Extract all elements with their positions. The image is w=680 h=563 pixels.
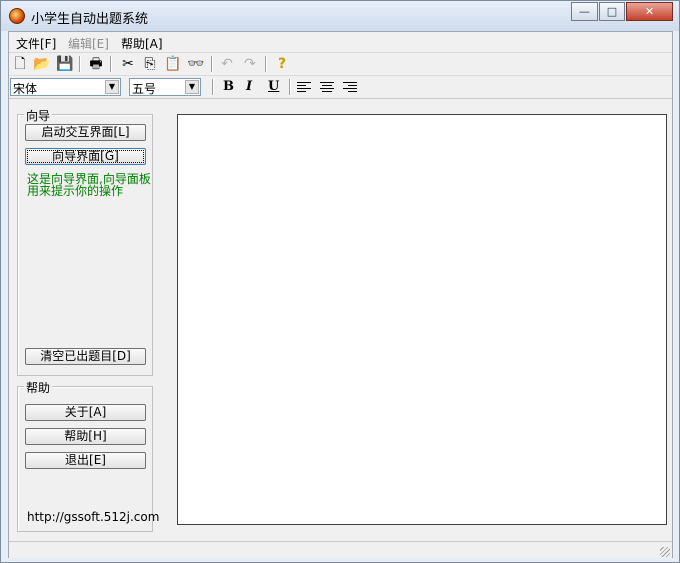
- chevron-down-icon[interactable]: ▼: [185, 80, 199, 94]
- toolbar-separator: [265, 56, 267, 72]
- font-combo[interactable]: 宋体 ▼: [10, 78, 121, 96]
- size-combo-value: 五号: [132, 82, 157, 96]
- standard-toolbar: 🗋 📂 💾 🖶 ✂ ⎘ 📋 👓 ↶ ↷ ?: [9, 53, 672, 76]
- font-combo-value: 宋体: [13, 82, 38, 96]
- align-left-icon[interactable]: [297, 82, 311, 93]
- resize-grip-icon[interactable]: [660, 547, 670, 557]
- toolbar-separator: [212, 79, 214, 95]
- help-panel-title: 帮助: [24, 379, 53, 396]
- align-center-icon[interactable]: [320, 82, 334, 93]
- open-folder-icon[interactable]: 📂: [33, 55, 51, 73]
- bold-button[interactable]: B: [223, 79, 234, 94]
- app-window: 小学生自动出题系统 — □ ✕ 文件[F] 编辑[E] 帮助[A] 🗋 📂 💾 …: [0, 0, 680, 563]
- wizard-hint-text: 这是向导界面,向导面板用来提示你的操作: [27, 172, 151, 198]
- toolbar-separator: [211, 56, 213, 72]
- chevron-down-icon[interactable]: ▼: [105, 80, 119, 94]
- title-bar[interactable]: 小学生自动出题系统 — □ ✕: [1, 1, 679, 31]
- format-toolbar: 宋体 ▼ 五号 ▼ B I U: [9, 76, 672, 99]
- italic-button[interactable]: I: [246, 79, 252, 94]
- print-icon[interactable]: 🖶: [87, 55, 105, 73]
- maximize-button[interactable]: □: [599, 2, 625, 21]
- toolbar-separator: [110, 56, 112, 72]
- new-file-icon[interactable]: 🗋: [11, 55, 29, 73]
- start-interactive-button[interactable]: 启动交互界面[L]: [25, 124, 146, 141]
- wizard-button[interactable]: 向导界面[G]: [25, 148, 146, 165]
- find-icon[interactable]: 👓: [187, 55, 205, 73]
- about-button[interactable]: 关于[A]: [25, 404, 146, 421]
- website-link[interactable]: http://gssoft.512j.com: [27, 510, 159, 524]
- clear-questions-button[interactable]: 清空已出题目[D]: [25, 348, 146, 365]
- toolbar-separator: [289, 79, 291, 95]
- undo-icon[interactable]: ↶: [218, 55, 236, 73]
- align-right-icon[interactable]: [343, 82, 357, 93]
- cut-icon[interactable]: ✂: [119, 55, 137, 73]
- window-title: 小学生自动出题系统: [31, 12, 149, 27]
- copy-icon[interactable]: ⎘: [141, 55, 159, 73]
- paste-icon[interactable]: 📋: [164, 55, 182, 73]
- status-bar: [9, 541, 672, 558]
- menu-help[interactable]: 帮助[A]: [121, 35, 163, 52]
- menu-file[interactable]: 文件[F]: [16, 35, 56, 52]
- close-button[interactable]: ✕: [626, 2, 673, 21]
- app-logo-icon: [9, 8, 25, 24]
- help-icon[interactable]: ?: [273, 55, 291, 73]
- question-editor[interactable]: [177, 114, 667, 525]
- menu-edit[interactable]: 编辑[E]: [68, 35, 109, 52]
- underline-button[interactable]: U: [268, 79, 279, 94]
- save-icon[interactable]: 💾: [56, 55, 74, 73]
- client-area: 文件[F] 编辑[E] 帮助[A] 🗋 📂 💾 🖶 ✂ ⎘ 📋 👓 ↶ ↷ ? …: [8, 31, 673, 558]
- minimize-button[interactable]: —: [571, 2, 598, 21]
- exit-button[interactable]: 退出[E]: [25, 452, 146, 469]
- redo-icon[interactable]: ↷: [241, 55, 259, 73]
- menu-bar: 文件[F] 编辑[E] 帮助[A]: [9, 32, 672, 53]
- help-button[interactable]: 帮助[H]: [25, 428, 146, 445]
- size-combo[interactable]: 五号 ▼: [129, 78, 201, 96]
- toolbar-separator: [79, 56, 81, 72]
- wizard-panel-title: 向导: [24, 107, 53, 124]
